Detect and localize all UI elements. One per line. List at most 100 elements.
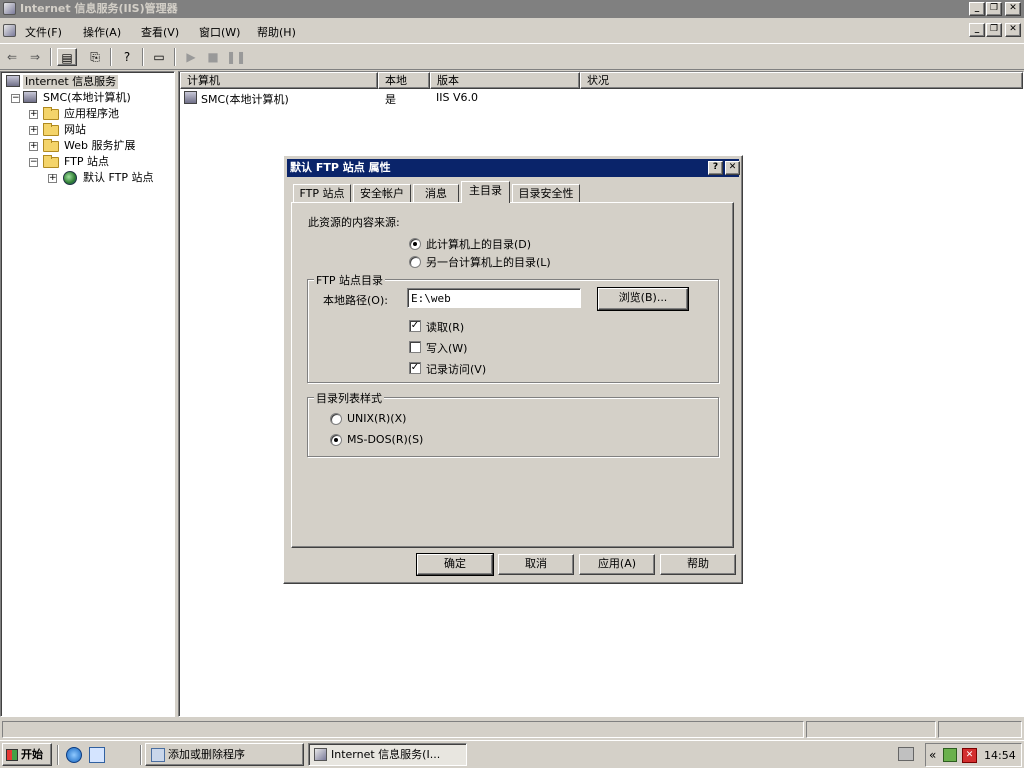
tray-chevron[interactable]: « [929,748,936,762]
tree-websites[interactable]: 网站 [64,123,86,137]
tree-computer[interactable]: SMC(本地计算机) [43,91,131,105]
checkbox-read-label[interactable]: 读取(R) [426,319,464,335]
expand-toggle[interactable]: + [29,142,38,151]
expand-toggle[interactable]: + [29,126,38,135]
help-button[interactable]: 帮助 [660,554,736,575]
tree-pane[interactable]: Internet 信息服务 − SMC(本地计算机) + 应用程序池 + 网站 … [0,71,175,717]
menu-bar: 文件(F) 操作(A) 查看(V) 窗口(W) 帮助(H) _ ❐ ✕ [0,19,1024,43]
restore-button[interactable]: ❐ [986,2,1002,16]
expand-toggle[interactable]: + [29,110,38,119]
minimize-button[interactable]: _ [969,2,985,16]
add-remove-icon [151,748,165,762]
pause-icon[interactable]: ❚❚ [226,48,246,66]
collapse-toggle[interactable]: − [11,94,20,103]
iis-root-icon [6,75,20,87]
window-title-bar[interactable]: Internet 信息服务(IIS)管理器 _ ❐ ✕ [0,0,1024,18]
tree-ftp-sites[interactable]: FTP 站点 [64,155,109,169]
folder-icon [43,107,59,120]
folder-icon [43,123,59,136]
forward-arrow-icon[interactable]: ⇒ [25,48,45,66]
status-bar [0,719,1024,739]
stop-icon[interactable]: ■ [203,48,223,66]
tree-default-ftp-site[interactable]: 默认 FTP 站点 [83,171,153,185]
tree-app-pools[interactable]: 应用程序池 [64,107,119,121]
menu-window[interactable]: 窗口(W) [199,24,240,40]
taskbar: 开始 添加或删除程序 Internet 信息服务(I... « ✕ 14:54 [0,740,1024,768]
radio-local-directory-label[interactable]: 此计算机上的目录(D) [426,236,531,252]
radio-network-share[interactable] [409,256,421,268]
status-cell [938,721,1022,738]
listing-style-group-label: 目录列表样式 [314,390,384,406]
tab-home-directory[interactable]: 主目录 [461,181,510,203]
checkbox-write-label[interactable]: 写入(W) [426,340,467,356]
tab-security-accounts[interactable]: 安全帐户 [353,184,411,203]
listing-style-group [307,397,719,457]
mmc-icon[interactable] [3,24,16,37]
task-add-remove-programs[interactable]: 添加或删除程序 [145,743,304,766]
menu-view[interactable]: 查看(V) [141,24,179,40]
tree-root[interactable]: Internet 信息服务 [23,75,119,89]
menu-action[interactable]: 操作(A) [83,24,121,40]
tab-directory-security[interactable]: 目录安全性 [512,184,580,203]
task-iis-manager[interactable]: Internet 信息服务(I... [308,743,467,766]
checkbox-log-visits-label[interactable]: 记录访问(V) [426,361,486,377]
clock[interactable]: 14:54 [984,749,1016,762]
menu-file[interactable]: 文件(F) [25,24,62,40]
properties-dialog[interactable]: 默认 FTP 站点 属性 ? ✕ FTP 站点 安全帐户 消息 主目录 目录安全… [283,155,743,584]
child-close-button[interactable]: ✕ [1005,23,1021,37]
local-path-input[interactable] [407,288,581,308]
checkbox-log-visits[interactable]: ✓ [409,362,421,374]
radio-unix-style-label[interactable]: UNIX(R)(X) [347,412,406,425]
toolbar-separator [50,48,52,66]
task-label: 添加或删除程序 [168,748,245,761]
column-header-status[interactable]: 状况 [580,72,1023,89]
radio-local-directory[interactable] [409,238,421,250]
tab-messages[interactable]: 消息 [413,184,459,203]
collapse-toggle[interactable]: − [29,158,38,167]
child-restore-button[interactable]: ❐ [986,23,1002,37]
ie-quicklaunch-icon[interactable] [66,747,82,763]
help-icon[interactable]: ? [117,48,137,66]
system-tray: « ✕ 14:54 [925,743,1022,767]
menu-help[interactable]: 帮助(H) [257,24,296,40]
start-button[interactable]: 开始 [2,743,52,766]
table-row[interactable]: SMC(本地计算机) 是 IIS V6.0 [180,90,780,106]
tray-app-icon[interactable] [943,748,957,762]
tree-web-extensions[interactable]: Web 服务扩展 [64,139,135,153]
cell-computer: SMC(本地计算机) [201,93,289,106]
column-header-local[interactable]: 本地 [378,72,430,89]
checkbox-read[interactable]: ✓ [409,320,421,332]
column-header-computer[interactable]: 计算机 [180,72,378,89]
toolbar-separator [142,48,144,66]
windows-logo-icon [6,749,18,761]
expand-toggle[interactable]: + [48,174,57,183]
back-arrow-icon[interactable]: ⇐ [2,48,22,66]
show-tree-icon[interactable]: ▤ [57,48,77,66]
tray-warning-icon[interactable]: ✕ [962,748,977,763]
ok-button[interactable]: 确定 [416,553,494,576]
dialog-title-bar[interactable]: 默认 FTP 站点 属性 ? ✕ [287,159,740,177]
dialog-close-button[interactable]: ✕ [725,161,740,175]
export-list-icon[interactable]: ⎘ [85,48,105,66]
radio-msdos-style[interactable] [330,434,342,446]
folder-icon [43,139,59,152]
network-tray-icon[interactable] [898,747,914,761]
child-minimize-button[interactable]: _ [969,23,985,37]
radio-unix-style[interactable] [330,413,342,425]
browse-button[interactable]: 浏览(B)... [597,287,689,311]
column-header-version[interactable]: 版本 [430,72,580,89]
cell-version: IIS V6.0 [436,91,478,104]
task-label: Internet 信息服务(I... [331,748,441,761]
dialog-title: 默认 FTP 站点 属性 [290,161,391,174]
radio-network-share-label[interactable]: 另一台计算机上的目录(L) [426,254,551,270]
radio-msdos-style-label[interactable]: MS-DOS(R)(S) [347,433,423,446]
cancel-button[interactable]: 取消 [498,554,574,575]
dialog-help-icon[interactable]: ? [708,161,723,175]
play-icon[interactable]: ▶ [181,48,201,66]
computer-icon[interactable]: ▭ [149,48,169,66]
tab-ftp-site[interactable]: FTP 站点 [293,184,351,203]
apply-button[interactable]: 应用(A) [579,554,655,575]
checkbox-write[interactable] [409,341,421,353]
desktop-quicklaunch-icon[interactable] [89,747,105,763]
close-button[interactable]: ✕ [1005,2,1021,16]
